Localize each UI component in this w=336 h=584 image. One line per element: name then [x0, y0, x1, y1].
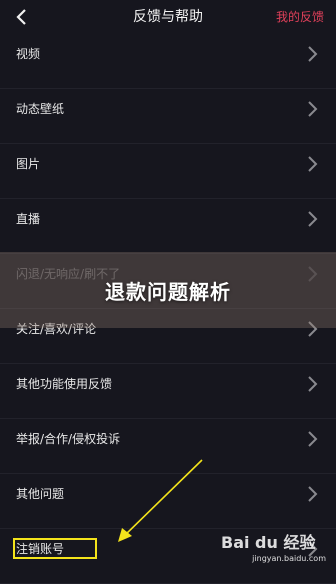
chevron-right-icon — [308, 376, 318, 392]
chevron-right-icon — [308, 211, 318, 227]
chevron-right-icon — [308, 431, 318, 447]
title-overlay-banner: 退款问题解析 — [0, 252, 336, 328]
list-item-label: 图片 — [16, 157, 41, 171]
list-item-live-stream[interactable]: 直播 — [0, 199, 336, 254]
list-item-label: 视频 — [16, 47, 41, 61]
list-item-label: 其他功能使用反馈 — [16, 377, 113, 391]
list-item-other-features[interactable]: 其他功能使用反馈 — [0, 364, 336, 419]
list-item-live-wallpaper[interactable]: 动态壁纸 — [0, 89, 336, 144]
chevron-right-icon — [308, 101, 318, 117]
list-item-label: 其他问题 — [16, 487, 65, 501]
my-feedback-link[interactable]: 我的反馈 — [276, 0, 324, 34]
watermark-logo: Bai du 经验 — [221, 533, 316, 552]
watermark-url: jingyan.baidu.com — [252, 554, 326, 563]
chevron-right-icon — [308, 46, 318, 62]
annotation-arrow-icon — [118, 459, 203, 542]
list-item-label: 举报/合作/侵权投诉 — [16, 432, 121, 446]
baidu-jingyan-watermark: Bai du 经验 jingyan.baidu.com — [221, 532, 326, 572]
overlay-title: 退款问题解析 — [105, 279, 231, 304]
chevron-right-icon — [308, 156, 318, 172]
list-item-images[interactable]: 图片 — [0, 144, 336, 199]
list-item-video[interactable]: 视频 — [0, 34, 336, 89]
list-item-label: 直播 — [16, 212, 41, 226]
header-bar: 反馈与帮助 我的反馈 — [0, 0, 336, 34]
annotation-highlight-box — [13, 538, 97, 559]
list-item-label: 动态壁纸 — [16, 102, 65, 116]
chevron-right-icon — [308, 486, 318, 502]
